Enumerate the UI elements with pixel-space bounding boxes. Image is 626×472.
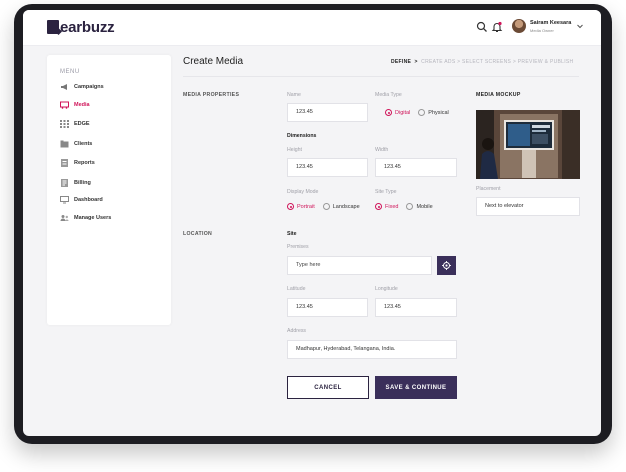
sidebar-item-edge[interactable]: EDGE	[60, 118, 90, 130]
sidebar-item-label: Billing	[74, 180, 91, 186]
location-heading: LOCATION	[183, 231, 213, 237]
address-label: Address	[287, 328, 307, 334]
media-mockup-image	[476, 110, 580, 179]
bell-icon[interactable]	[491, 21, 503, 33]
sidebar-item-dashboard[interactable]: Dashboard	[60, 194, 103, 206]
radio-label-digital: Digital	[395, 109, 411, 116]
step-upcoming: CREATE ADS > SELECT SCREENS > PREVIEW & …	[421, 59, 574, 65]
site-label: Site	[287, 231, 297, 237]
sidebar-item-label: Media	[74, 102, 90, 108]
chevron-down-icon[interactable]	[576, 22, 584, 30]
sidebar-item-campaigns[interactable]: Campaigns	[60, 81, 104, 93]
sidebar-item-clients[interactable]: Clients	[60, 138, 92, 150]
crosshair-icon	[442, 261, 451, 270]
media-properties-heading: MEDIA PROPERTIES	[183, 92, 240, 98]
sidebar-item-billing[interactable]: Billing	[60, 177, 91, 189]
page-title: Create Media	[183, 56, 244, 67]
sidebar-item-media[interactable]: Media	[60, 99, 90, 111]
name-label: Name	[287, 92, 301, 98]
breadcrumb: DEFINE > CREATE ADS > SELECT SCREENS > P…	[391, 59, 573, 65]
sidebar-item-label: Clients	[74, 141, 93, 147]
radio-physical[interactable]	[418, 109, 426, 116]
radio-landscape[interactable]	[322, 203, 330, 210]
menu-title: MENU	[60, 69, 80, 75]
sidebar-item-reports[interactable]: Reports	[60, 157, 95, 169]
height-field[interactable]: 123.45	[287, 158, 368, 177]
sidebar-item-label: Reports	[74, 160, 95, 166]
user-name: Sairam Keesara	[530, 20, 572, 26]
radio-portrait[interactable]	[287, 203, 294, 210]
media-type-label: Media Type	[375, 92, 402, 98]
display-icon	[60, 101, 69, 109]
radio-label-landscape: Landscape	[332, 203, 360, 210]
site-type-radio-group: Fixed Mobile	[375, 203, 441, 210]
radio-label-physical: Physical	[428, 109, 449, 116]
height-label: Height	[287, 147, 302, 153]
placement-field[interactable]: Next to elevator	[476, 197, 580, 216]
monitor-icon	[60, 196, 69, 204]
sidebar: MENU Campaigns Media EDGE Clients Report…	[47, 55, 171, 325]
avatar[interactable]	[512, 19, 526, 33]
sidebar-item-label: EDGE	[74, 121, 90, 127]
site-type-label: Site Type	[375, 189, 397, 195]
sidebar-item-label: Dashboard	[74, 197, 103, 203]
step-separator: >	[412, 59, 420, 65]
radio-label-mobile: Mobile	[416, 203, 433, 210]
placement-label: Placement	[476, 186, 501, 192]
longitude-label: Longitude	[375, 286, 398, 292]
premises-label: Premises	[287, 244, 309, 250]
address-field[interactable]: Madhapur, Hyderabad, Telangana, India.	[287, 340, 457, 359]
latitude-field[interactable]: 123.45	[287, 298, 368, 317]
save-continue-button[interactable]: SAVE & CONTINUE	[375, 376, 457, 399]
user-role: Media Owner	[530, 28, 554, 33]
top-bar: earbuzz Sairam Keesara Media Owner	[23, 10, 601, 46]
radio-fixed[interactable]	[375, 203, 382, 210]
display-mode-label: Display Mode	[287, 189, 319, 195]
locate-button[interactable]	[437, 256, 456, 275]
search-icon[interactable]	[476, 21, 488, 33]
divider	[183, 76, 579, 77]
media-mockup-heading: MEDIA MOCKUP	[476, 92, 521, 98]
sidebar-item-manage-users[interactable]: Manage Users	[60, 212, 111, 224]
app-screen: earbuzz Sairam Keesara Media Owner MENU …	[23, 10, 601, 436]
width-label: Width	[375, 147, 389, 153]
radio-digital[interactable]	[385, 109, 392, 116]
radio-label-fixed: Fixed	[385, 203, 399, 210]
radio-mobile[interactable]	[406, 203, 414, 210]
step-current[interactable]: DEFINE	[391, 59, 411, 65]
cancel-button[interactable]: CANCEL	[287, 376, 369, 399]
premises-input[interactable]: Type here	[287, 256, 432, 275]
longitude-field[interactable]: 123.45	[375, 298, 457, 317]
billing-icon	[61, 179, 68, 187]
users-icon	[60, 215, 69, 221]
dimensions-label: Dimensions	[287, 133, 317, 139]
report-icon	[61, 159, 68, 167]
latitude-label: Latitude	[287, 286, 306, 292]
grid-icon	[60, 120, 69, 128]
name-field[interactable]: 123.45	[287, 103, 368, 122]
display-mode-radio-group: Portrait Landscape	[287, 203, 368, 210]
brand-name: earbuzz	[60, 18, 115, 36]
width-field[interactable]: 123.45	[375, 158, 457, 177]
megaphone-icon	[61, 84, 67, 90]
logo-mark-icon	[47, 20, 59, 34]
brand-logo[interactable]: earbuzz	[47, 18, 115, 36]
media-type-radio-group: Digital Physical	[385, 109, 457, 116]
radio-label-portrait: Portrait	[297, 203, 315, 210]
clients-icon	[60, 140, 69, 148]
sidebar-item-label: Manage Users	[74, 215, 112, 221]
sidebar-item-label: Campaigns	[74, 84, 104, 90]
